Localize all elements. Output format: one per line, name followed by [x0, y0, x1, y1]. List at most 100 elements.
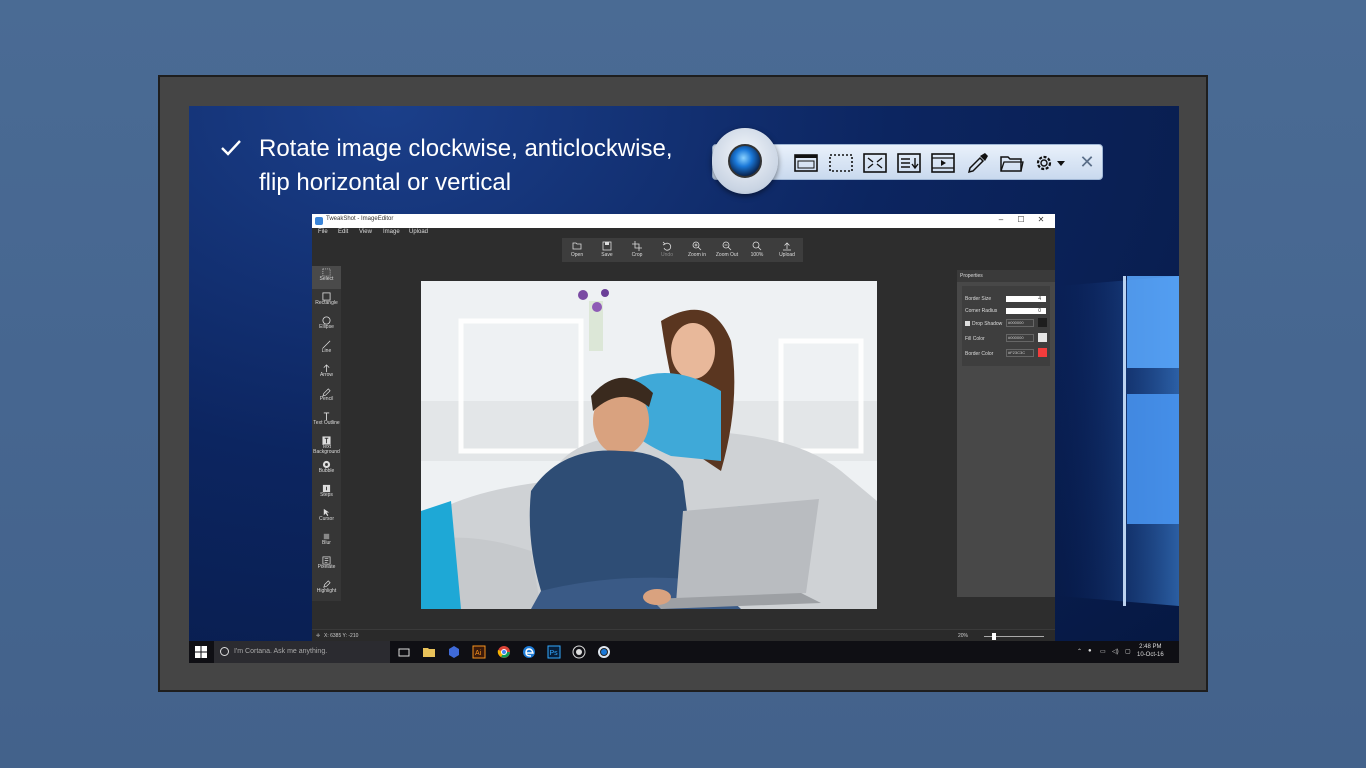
zoom-in-button[interactable]: Zoom in: [682, 238, 712, 262]
video-capture-icon[interactable]: [931, 152, 955, 174]
zoom-out-icon: [722, 241, 732, 251]
tool-arrow[interactable]: Arrow: [312, 362, 341, 385]
zoom-actual-icon: [752, 241, 762, 251]
tool-blur[interactable]: Blur: [312, 530, 341, 553]
tray-app-icon[interactable]: ●: [1088, 648, 1092, 654]
tool-pencil[interactable]: Pencil: [312, 386, 341, 409]
fullscreen-capture-icon[interactable]: [863, 152, 887, 174]
border-color-label: Border Color: [965, 351, 994, 357]
tool-text-background[interactable]: Text Background: [312, 434, 341, 457]
save-button[interactable]: Save: [592, 238, 622, 262]
border-size-label: Border Size: [965, 296, 992, 302]
fill-color-input[interactable]: #000000: [1006, 334, 1034, 342]
tool-select[interactable]: Select: [312, 266, 341, 289]
zoom-100-button[interactable]: 100%: [742, 238, 772, 262]
border-size-input[interactable]: 4: [1006, 296, 1046, 302]
maximize-button[interactable]: ☐: [1011, 215, 1031, 224]
minimize-button[interactable]: –: [991, 215, 1011, 224]
zoom-in-icon: [692, 241, 702, 251]
window-title: TweakShot - ImageEditor: [326, 216, 394, 222]
drop-shadow-label: Drop Shadow: [972, 321, 1003, 327]
volume-icon[interactable]: ◁): [1112, 648, 1119, 655]
region-capture-icon[interactable]: [829, 152, 853, 174]
editor-titlebar: TweakShot - ImageEditor – ☐ ✕: [312, 214, 1055, 228]
tweakshot-taskbar-icon[interactable]: [597, 645, 611, 659]
crop-button[interactable]: Crop: [622, 238, 652, 262]
taskbar-clock[interactable]: 2:48 PM 10-Oct-16: [1137, 643, 1164, 659]
corner-radius-input[interactable]: 0: [1006, 308, 1046, 314]
tool-pixelate[interactable]: Pixelate: [312, 554, 341, 577]
settings-icon[interactable]: [1033, 152, 1067, 174]
border-color-input[interactable]: #F23C3C: [1006, 349, 1034, 357]
upload-button[interactable]: Upload: [772, 238, 802, 262]
file-explorer-icon[interactable]: [422, 645, 436, 659]
chrome-icon[interactable]: [497, 645, 511, 659]
canvas-photo[interactable]: [421, 281, 877, 609]
checkmark-icon: [221, 140, 241, 156]
tool-text-outline[interactable]: Text Outline: [312, 410, 341, 433]
menu-file[interactable]: File: [318, 229, 328, 235]
properties-panel: Properties Border Size 4 Corner Radius 0…: [957, 270, 1055, 597]
feature-line-1: Rotate image clockwise, anticlockwise,: [259, 135, 673, 162]
open-button[interactable]: Open: [562, 238, 592, 262]
undo-button[interactable]: Undo: [652, 238, 682, 262]
scrolling-capture-icon[interactable]: [897, 152, 921, 174]
svg-text:Ps: Ps: [550, 650, 559, 657]
photoshop-icon[interactable]: Ps: [547, 645, 561, 659]
edge-icon[interactable]: [522, 645, 536, 659]
app-shield-icon[interactable]: [447, 645, 461, 659]
illustrator-icon[interactable]: Ai: [472, 645, 486, 659]
tool-highlight[interactable]: Highlight: [312, 578, 341, 601]
properties-header: Properties: [960, 273, 983, 279]
fill-color-swatch[interactable]: [1038, 333, 1047, 342]
notification-icon[interactable]: ▢: [1125, 648, 1131, 655]
svg-text:Ai: Ai: [475, 650, 482, 657]
editor-toolbar: Open Save Crop Undo Zoom in Zoom Out 100…: [562, 238, 803, 262]
close-button[interactable]: ✕: [1031, 215, 1051, 224]
camera-app-icon[interactable]: [572, 645, 586, 659]
tool-bubble[interactable]: Bubble: [312, 458, 341, 481]
menu-edit[interactable]: Edit: [338, 229, 348, 235]
tools-panel: Select Rectangle Ellipse Line Arrow Penc…: [312, 266, 341, 601]
fill-color-label: Fill Color: [965, 336, 985, 342]
task-view-icon[interactable]: [397, 645, 411, 659]
camera-lens-icon: [728, 144, 762, 178]
drop-shadow-swatch[interactable]: [1038, 318, 1047, 327]
drop-shadow-checkbox[interactable]: [965, 321, 970, 326]
cortana-icon: [220, 647, 229, 656]
menu-view[interactable]: View: [359, 229, 372, 235]
undo-icon: [662, 241, 672, 251]
feature-line-2: flip horizontal or vertical: [259, 169, 512, 196]
windows-start-icon[interactable]: [195, 646, 207, 658]
zoom-slider[interactable]: [984, 633, 1044, 640]
menu-upload[interactable]: Upload: [409, 229, 428, 235]
tool-line[interactable]: Line: [312, 338, 341, 361]
desktop: Rotate image clockwise, anticlockwise, f…: [189, 106, 1179, 663]
close-icon[interactable]: ✕: [1077, 151, 1097, 173]
corner-radius-label: Corner Radius: [965, 308, 998, 314]
tool-rectangle[interactable]: Rectangle: [312, 290, 341, 313]
tool-steps[interactable]: Steps: [312, 482, 341, 505]
windows-taskbar: I'm Cortana. Ask me anything. Ai Ps ⌃ ● …: [189, 641, 1179, 663]
tweakshot-capture-button[interactable]: [712, 128, 778, 194]
zoom-level: 20%: [958, 633, 969, 639]
drop-shadow-color-input[interactable]: #000000: [1006, 319, 1034, 327]
tool-cursor[interactable]: Cursor: [312, 506, 341, 529]
menu-bar: File Edit View Image Upload: [312, 228, 1055, 238]
folder-icon[interactable]: [1000, 152, 1024, 174]
color-picker-icon[interactable]: [966, 152, 990, 174]
folder-open-icon: [572, 242, 582, 250]
window-capture-icon[interactable]: [794, 152, 818, 174]
app-icon: [315, 217, 323, 225]
zoom-out-button[interactable]: Zoom Out: [712, 238, 742, 262]
tool-ellipse[interactable]: Ellipse: [312, 314, 341, 337]
windows-logo-glow: [1059, 276, 1179, 606]
upload-icon: [783, 242, 791, 251]
border-color-swatch[interactable]: [1038, 348, 1047, 357]
zoom-slider-knob[interactable]: [992, 633, 996, 640]
image-editor-window: TweakShot - ImageEditor – ☐ ✕ File Edit Vi…: [312, 214, 1055, 642]
cortana-search[interactable]: I'm Cortana. Ask me anything.: [214, 641, 390, 663]
network-icon[interactable]: ▭: [1100, 648, 1106, 655]
tray-chevron-icon[interactable]: ⌃: [1077, 648, 1082, 655]
menu-image[interactable]: Image: [383, 229, 400, 235]
